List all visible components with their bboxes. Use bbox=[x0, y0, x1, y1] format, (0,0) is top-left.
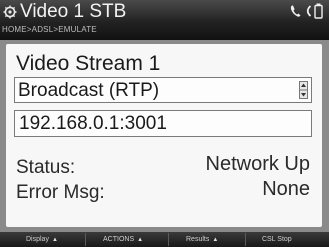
connection-arc-icon bbox=[304, 4, 312, 23]
up-arrow-icon: ▲ bbox=[137, 236, 144, 243]
softkey-divider bbox=[85, 233, 86, 246]
softkey-csl-stop-label: CSL Stop bbox=[262, 236, 292, 243]
video-stream-panel: Video Stream 1 Broadcast (RTP) 192.168.0… bbox=[6, 44, 322, 227]
address-input[interactable]: 192.168.0.1:3001 bbox=[14, 110, 312, 137]
error-msg-label: Error Msg: bbox=[16, 182, 105, 203]
spinner-arrows-icon[interactable] bbox=[299, 81, 308, 99]
softkey-actions-label: ACTIONS bbox=[103, 236, 135, 243]
battery-icon bbox=[314, 3, 323, 24]
softkey-bar: Display ▲ ACTIONS ▲ Results ▲ CSL Stop bbox=[0, 232, 329, 247]
gear-icon bbox=[3, 5, 17, 19]
softkey-results-label: Results bbox=[186, 236, 210, 243]
softkey-actions[interactable]: ACTIONS ▲ bbox=[103, 232, 143, 247]
status-icons bbox=[290, 3, 323, 24]
error-msg-value: None bbox=[262, 178, 310, 200]
softkey-divider bbox=[168, 233, 169, 246]
softkey-display[interactable]: Display ▲ bbox=[26, 232, 58, 247]
screen: Video 1 STB HOME>ADSL>EMULATE Video Stre… bbox=[0, 0, 329, 247]
phone-icon bbox=[290, 4, 302, 23]
window-title: Video 1 STB bbox=[20, 1, 127, 22]
status-value: Network Up bbox=[205, 153, 310, 175]
up-arrow-icon: ▲ bbox=[51, 236, 58, 243]
softkey-results[interactable]: Results ▲ bbox=[186, 232, 218, 247]
stream-title: Video Stream 1 bbox=[16, 52, 161, 75]
status-label: Status: bbox=[16, 157, 76, 178]
address-value: 192.168.0.1:3001 bbox=[19, 113, 167, 134]
up-arrow-icon: ▲ bbox=[212, 236, 219, 243]
softkey-csl-stop[interactable]: CSL Stop bbox=[262, 232, 292, 247]
breadcrumb: HOME>ADSL>EMULATE bbox=[2, 25, 97, 34]
stream-mode-value: Broadcast (RTP) bbox=[18, 80, 160, 101]
stream-mode-select[interactable]: Broadcast (RTP) bbox=[14, 77, 312, 103]
softkey-display-label: Display bbox=[26, 236, 49, 243]
softkey-divider bbox=[245, 233, 246, 246]
title-bar: Video 1 STB HOME>ADSL>EMULATE bbox=[0, 0, 329, 40]
